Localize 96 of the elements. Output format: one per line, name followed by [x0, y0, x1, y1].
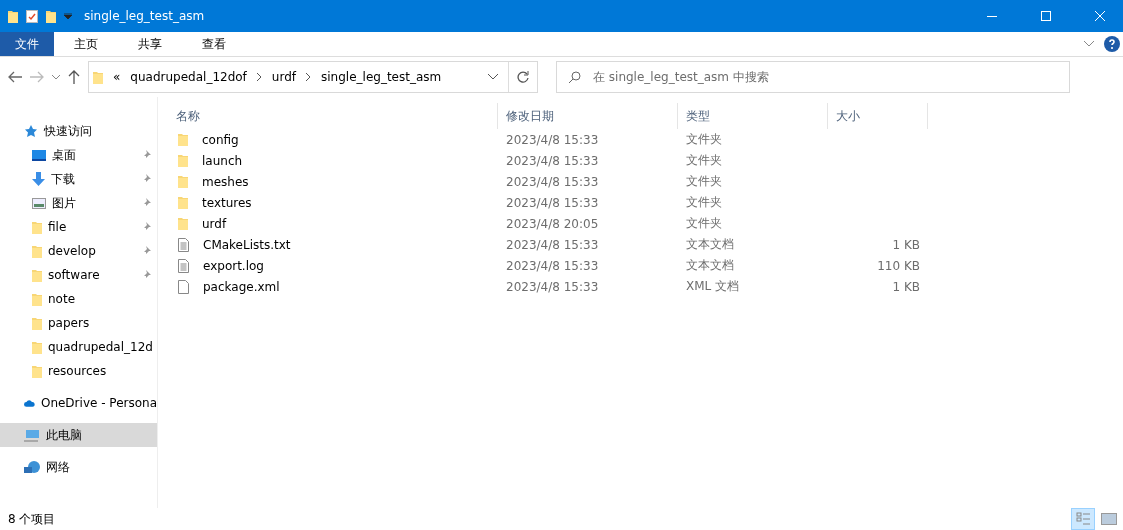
folder-icon: [178, 217, 188, 230]
folder-icon: [8, 9, 18, 23]
chevron-icon: [306, 73, 311, 81]
download-arrow-icon: [32, 172, 45, 186]
file-type: 文本文档: [685, 257, 735, 274]
overflow-chevrons[interactable]: «: [113, 70, 121, 84]
ribbon-tab[interactable]: 文件: [0, 32, 54, 56]
file-icon: [178, 279, 189, 294]
file-name[interactable]: CMakeLists.txt: [195, 237, 291, 252]
maximize-icon: [1041, 11, 1051, 21]
recent-caret-icon[interactable]: [52, 74, 60, 80]
file-name[interactable]: config: [194, 132, 239, 147]
expand-ribbon-icon[interactable]: [1084, 41, 1094, 47]
sidebar-item[interactable]: 图片: [0, 191, 157, 215]
breadcrumb[interactable]: quadrupedal_12dof: [130, 70, 247, 84]
network-icon: [24, 460, 40, 474]
file-type: 文件夹: [685, 131, 723, 148]
chevron-icon: [256, 73, 262, 81]
help-icon[interactable]: [1104, 36, 1120, 52]
file-type: 文件夹: [685, 194, 723, 211]
sidebar-item[interactable]: papers: [0, 311, 157, 335]
sidebar-item[interactable]: 网络: [0, 455, 157, 479]
modified-date: 2023/4/8 15:33: [505, 279, 600, 294]
search-placeholder: 在 single_leg_test_asm 中搜索: [593, 68, 769, 86]
file-name[interactable]: export.log: [195, 258, 264, 273]
modified-date: 2023/4/8 15:33: [505, 132, 600, 147]
file-name[interactable]: launch: [194, 153, 243, 168]
file-type: 文件夹: [685, 152, 723, 169]
modified-date: 2023/4/8 15:33: [505, 195, 600, 210]
item-count: 8 个项目: [8, 510, 56, 528]
file-name[interactable]: textures: [194, 195, 252, 210]
file-name[interactable]: urdf: [194, 216, 227, 231]
folder-icon: [93, 70, 103, 84]
folder-icon: [32, 268, 42, 282]
folder-icon: [178, 154, 188, 167]
sidebar-item[interactable]: resources: [0, 359, 157, 383]
sidebar-item[interactable]: develop: [0, 239, 157, 263]
breadcrumb[interactable]: urdf: [271, 70, 296, 84]
folder-icon: [178, 133, 188, 146]
text-file-icon: [178, 258, 189, 273]
modified-date: 2023/4/8 20:05: [505, 216, 600, 231]
file-name[interactable]: meshes: [194, 174, 249, 189]
address-bar[interactable]: « quadrupedal_12dof urdf single_leg_test_asm: [88, 61, 538, 93]
folder-icon: [32, 220, 42, 234]
breadcrumb[interactable]: single_leg_test_asm: [321, 70, 442, 84]
file-type: 文件夹: [685, 173, 723, 190]
sidebar-item[interactable]: note: [0, 287, 157, 311]
sidebar-item[interactable]: 桌面: [0, 143, 157, 167]
modified-date: 2023/4/8 15:33: [505, 174, 600, 189]
file-type: XML 文档: [685, 278, 741, 295]
column-header[interactable]: 类型: [678, 103, 828, 129]
folder-icon: [32, 316, 42, 330]
new-folder-icon: [46, 9, 56, 23]
file-type: 文件夹: [685, 215, 723, 232]
text-file-icon: [178, 237, 189, 252]
star-icon: [24, 124, 38, 138]
sidebar-item[interactable]: OneDrive - Persona: [0, 391, 157, 415]
dropdown-icon[interactable]: [64, 13, 72, 19]
thumbnail-view-icon[interactable]: [1101, 513, 1117, 525]
modified-date: 2023/4/8 15:33: [505, 153, 600, 168]
search-field[interactable]: 在 single_leg_test_asm 中搜索: [556, 61, 1070, 93]
properties-icon: [26, 9, 38, 23]
back-arrow-icon[interactable]: [8, 71, 22, 83]
column-header[interactable]: 名称: [168, 103, 498, 129]
sidebar-item[interactable]: 此电脑: [0, 423, 157, 447]
minimize-icon: [987, 15, 997, 17]
folder-icon: [178, 196, 188, 209]
column-header[interactable]: 大小: [828, 103, 928, 129]
refresh-icon[interactable]: [517, 71, 529, 83]
sidebar-item[interactable]: file: [0, 215, 157, 239]
file-type: 文本文档: [685, 236, 735, 253]
window-title: single_leg_test_asm: [84, 9, 206, 23]
sidebar-item[interactable]: 下载: [0, 167, 157, 191]
pictures-icon: [32, 197, 46, 209]
modified-date: 2023/4/8 15:33: [505, 237, 600, 252]
file-name[interactable]: package.xml: [195, 279, 280, 294]
folder-icon: [32, 292, 42, 306]
sidebar-item[interactable]: software: [0, 263, 157, 287]
folder-icon: [32, 364, 42, 378]
folder-icon: [178, 175, 188, 188]
dropdown-caret-icon[interactable]: [488, 74, 498, 80]
close-icon: [1095, 11, 1105, 21]
file-size: 1 KB: [891, 237, 921, 252]
sidebar-item[interactable]: quadrupedal_12d: [0, 335, 157, 359]
folder-icon: [32, 340, 42, 354]
folder-icon: [32, 244, 42, 258]
computer-icon: [24, 428, 40, 442]
file-size: 110 KB: [876, 258, 921, 273]
search-icon: [569, 71, 581, 83]
file-size: 1 KB: [891, 279, 921, 294]
sidebar-item[interactable]: 快速访问: [0, 119, 157, 143]
desktop-icon: [32, 149, 46, 161]
modified-date: 2023/4/8 15:33: [505, 258, 600, 273]
up-arrow-icon[interactable]: [68, 70, 80, 84]
column-header[interactable]: 修改日期: [498, 103, 678, 129]
cloud-icon: [24, 397, 35, 409]
